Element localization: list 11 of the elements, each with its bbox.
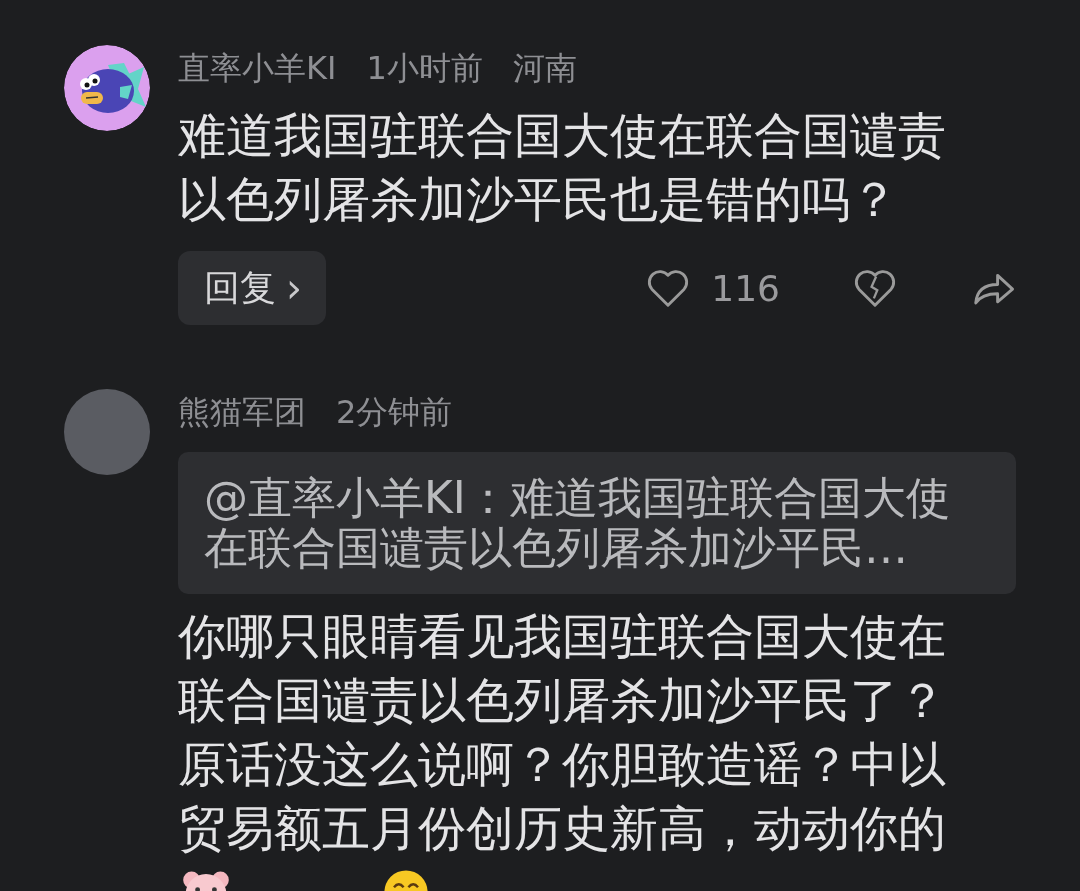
- like-count: 116: [711, 267, 780, 309]
- quoted-comment[interactable]: @直率小羊KI：难道我国驻联合国大使在联合国谴责以色列屠杀加沙平民…: [178, 452, 1016, 594]
- fish-avatar-icon[interactable]: [64, 45, 150, 131]
- author-name[interactable]: 直率小羊KI: [178, 43, 337, 93]
- comment-time: 1小时前: [366, 48, 483, 89]
- reply-button[interactable]: 回复 ›: [178, 251, 326, 325]
- author-name[interactable]: 熊猫军团: [178, 387, 306, 437]
- comment-time: 2分钟前: [336, 392, 453, 433]
- comment-location: 河南: [512, 48, 577, 89]
- comment-text: 难道我国驻联合国大使在联合国谴责以色列屠杀加沙平民也是错的吗？: [178, 106, 947, 229]
- comment-text: 你哪只眼睛看见我国驻联合国大使在联合国谴责以色列屠杀加沙平民了？原话没这么说啊？你胆敢造谣？中以贸易额五月份创历史新高，动动你的: [178, 607, 947, 858]
